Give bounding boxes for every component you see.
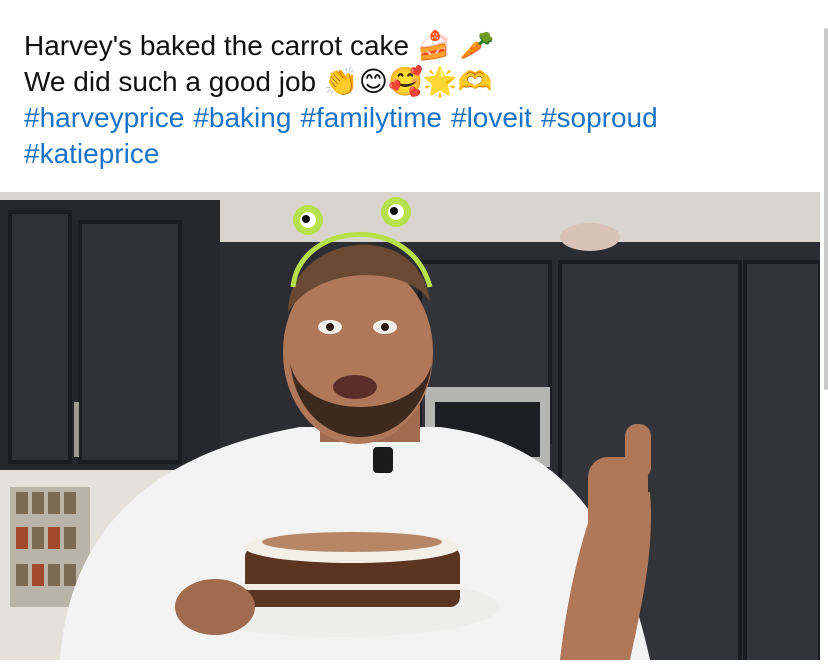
caption-text-2: We did such a good job <box>24 66 317 97</box>
cake-carrot-emoji: 🍰 🥕 <box>416 30 495 61</box>
hashtag-loveit[interactable]: #loveit <box>451 102 532 133</box>
cabinet-door <box>8 210 72 464</box>
hashtag-baking[interactable]: #baking <box>193 102 291 133</box>
cake-topping <box>262 532 442 552</box>
cabinet-door <box>743 260 820 660</box>
cabinet-door <box>78 220 182 464</box>
mouth <box>333 375 377 399</box>
left-hand <box>175 579 255 635</box>
clip-mic <box>373 447 393 473</box>
post-photo[interactable] <box>0 192 820 660</box>
hashtags-line-1: #harveyprice #baking #familytime #loveit #so… <box>24 100 804 136</box>
caption-line-2: We did such a good job 👏😊🥰🌟🫶 <box>24 64 804 100</box>
reaction-emojis: 👏😊🥰🌟🫶 <box>323 66 493 97</box>
hashtags-line-2: #katieprice <box>24 136 804 172</box>
cat <box>560 223 620 251</box>
hashtag-katieprice[interactable]: #katieprice <box>24 138 159 169</box>
hashtag-harveyprice[interactable]: #harveyprice <box>24 102 184 133</box>
thumb <box>625 424 651 479</box>
photo-illustration <box>0 192 820 660</box>
cabinet-handle <box>74 402 79 457</box>
caption-line-1: Harvey's baked the carrot cake 🍰 🥕 <box>24 28 804 64</box>
scrollbar[interactable] <box>824 28 828 390</box>
cake-filling <box>245 584 460 590</box>
post-caption: Harvey's baked the carrot cake 🍰 🥕 We di… <box>24 28 804 172</box>
hashtag-soproud[interactable]: #soproud <box>541 102 658 133</box>
caption-text-1: Harvey's baked the carrot cake <box>24 30 410 61</box>
hashtag-familytime[interactable]: #familytime <box>300 102 442 133</box>
